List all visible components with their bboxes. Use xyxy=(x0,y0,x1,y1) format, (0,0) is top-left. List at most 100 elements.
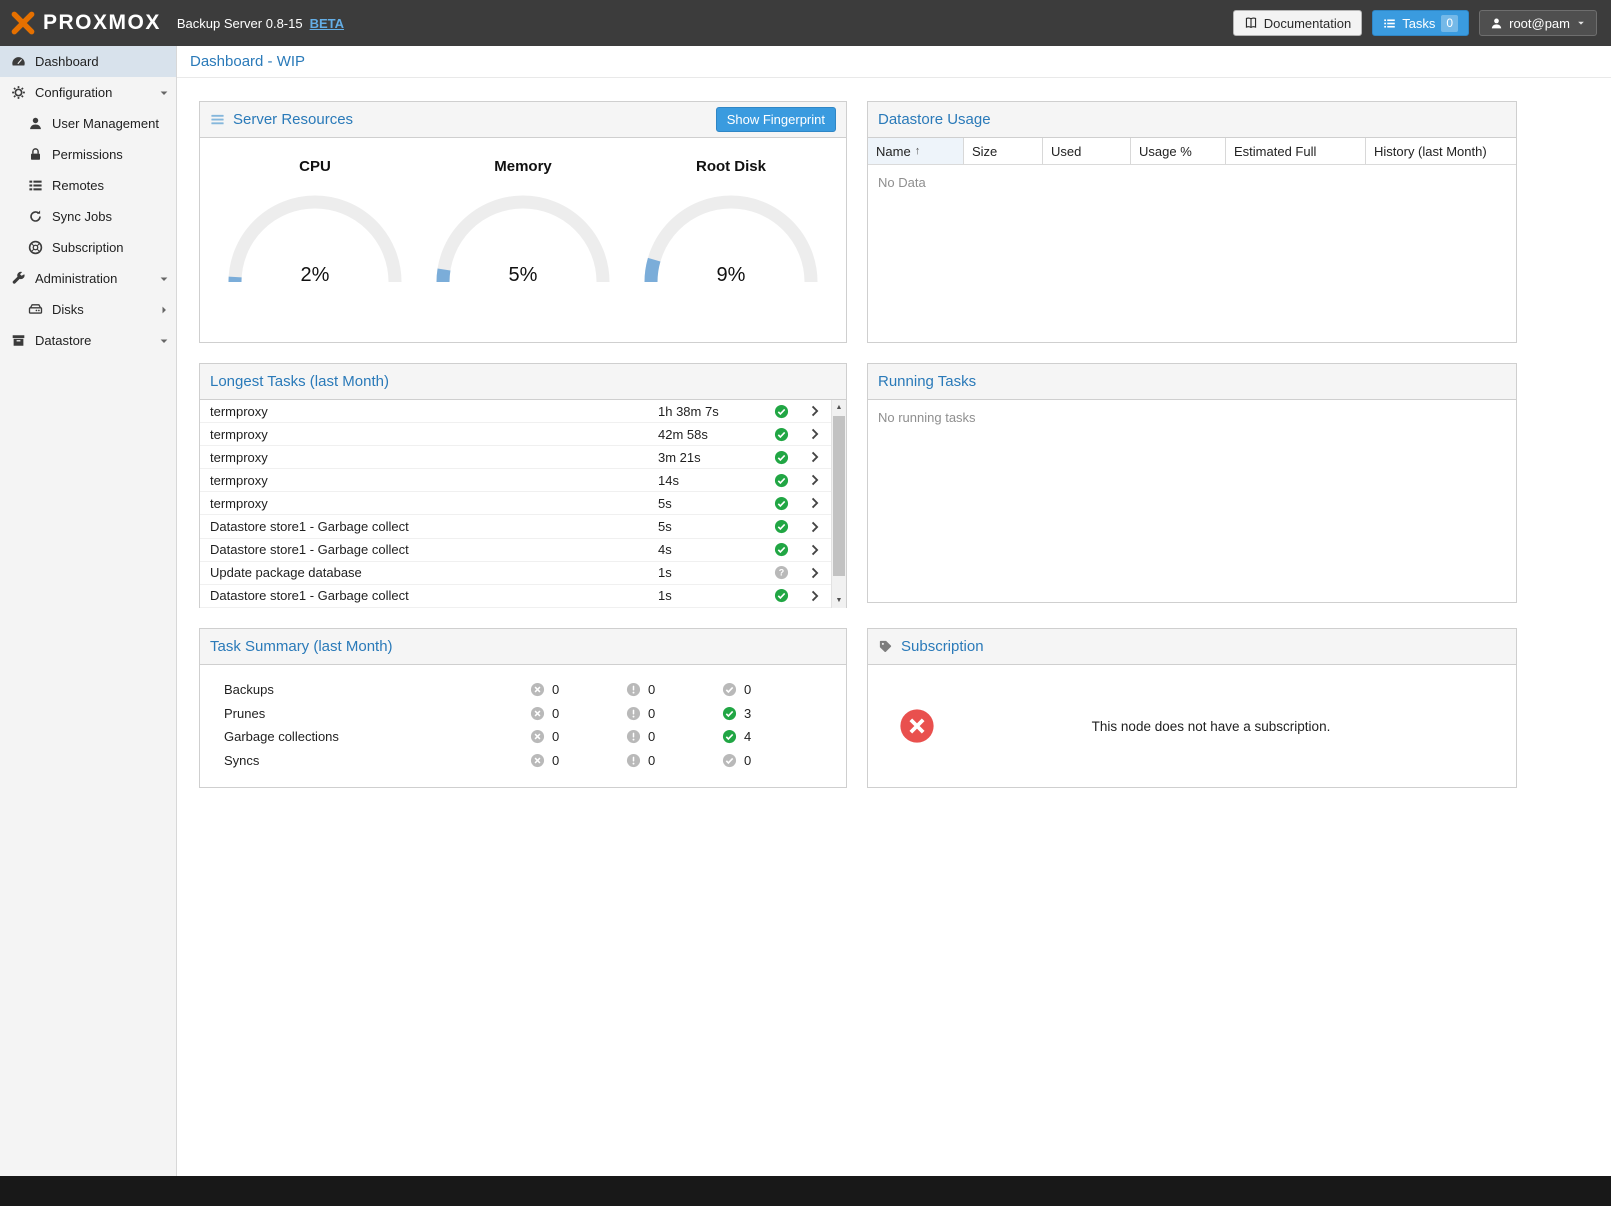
server-resources-title: Server Resources xyxy=(233,111,353,128)
chevron-right-icon[interactable] xyxy=(798,589,831,603)
sidebar-item-disks[interactable]: Disks xyxy=(0,294,176,325)
task-row[interactable]: termproxy1h 38m 7s xyxy=(200,400,831,423)
sidebar-item-sync-jobs[interactable]: Sync Jobs xyxy=(0,201,176,232)
proxmox-x-icon xyxy=(10,10,36,36)
gauge-arc: 5% xyxy=(428,187,618,287)
database-icon xyxy=(11,333,26,348)
sidebar-item-subscription[interactable]: Subscription xyxy=(0,232,176,263)
chevron-right-icon[interactable] xyxy=(798,520,831,534)
datastore-table-header: Name↑SizeUsedUsage %Estimated FullHistor… xyxy=(868,138,1516,165)
chevron-right-icon[interactable] xyxy=(798,450,831,464)
gauge-cpu: CPU2% xyxy=(213,154,417,287)
task-summary-panel: Task Summary (last Month) Backups000Prun… xyxy=(199,628,847,788)
scroll-down-icon[interactable]: ▼ xyxy=(832,593,846,608)
warning-count: 0 xyxy=(648,682,655,697)
task-row[interactable]: termproxy5s xyxy=(200,492,831,515)
list-icon xyxy=(28,178,43,193)
tachometer-icon xyxy=(11,54,26,69)
chevron-down-icon[interactable] xyxy=(158,273,170,285)
column-header-size[interactable]: Size xyxy=(964,138,1043,164)
sidebar-item-label: Subscription xyxy=(52,240,170,255)
beta-link[interactable]: BETA xyxy=(310,16,344,31)
summary-row-garbage-collections: Garbage collections004 xyxy=(200,725,846,749)
task-row[interactable]: termproxy14s xyxy=(200,469,831,492)
status-unknown-icon: ? xyxy=(774,565,789,580)
chevron-right-icon[interactable] xyxy=(798,427,831,441)
chevron-down-icon[interactable] xyxy=(158,335,170,347)
sidebar-item-permissions[interactable]: Permissions xyxy=(0,139,176,170)
warning-count-icon xyxy=(626,729,641,744)
summary-label: Garbage collections xyxy=(200,729,530,744)
chevron-right-icon[interactable] xyxy=(798,543,831,557)
running-tasks-header: Running Tasks xyxy=(868,364,1516,400)
sidebar-item-configuration[interactable]: Configuration xyxy=(0,77,176,108)
column-header-usage[interactable]: Usage % xyxy=(1131,138,1226,164)
longest-tasks-panel: Longest Tasks (last Month) termproxy1h 3… xyxy=(199,363,847,608)
main-content: Dashboard - WIP Server Resources Show Fi… xyxy=(177,46,1611,1176)
task-summary-rows: Backups000Prunes003Garbage collections00… xyxy=(200,665,846,772)
chevron-right-icon[interactable] xyxy=(158,304,170,316)
scroll-up-icon[interactable]: ▲ xyxy=(832,400,846,415)
summary-label: Backups xyxy=(200,682,530,697)
server-resources-header: Server Resources Show Fingerprint xyxy=(200,102,846,138)
chevron-right-icon[interactable] xyxy=(798,496,831,510)
error-count: 0 xyxy=(552,753,559,768)
datastore-usage-title: Datastore Usage xyxy=(878,111,991,128)
error-count-icon xyxy=(530,729,545,744)
task-summary-title: Task Summary (last Month) xyxy=(210,638,393,655)
running-tasks-title: Running Tasks xyxy=(878,373,976,390)
refresh-icon xyxy=(28,209,43,224)
task-row[interactable]: Datastore store1 - Garbage collect4s xyxy=(200,539,831,562)
task-row[interactable]: termproxy3m 21s xyxy=(200,446,831,469)
status-ok-icon xyxy=(774,588,789,603)
column-header-estimated-full[interactable]: Estimated Full xyxy=(1226,138,1366,164)
summary-row-syncs: Syncs000 xyxy=(200,749,846,773)
sidebar-item-user-management[interactable]: User Management xyxy=(0,108,176,139)
task-duration: 1h 38m 7s xyxy=(658,404,764,419)
chevron-right-icon[interactable] xyxy=(798,473,831,487)
status-ok-icon xyxy=(774,519,789,534)
sidebar-item-remotes[interactable]: Remotes xyxy=(0,170,176,201)
sort-asc-icon: ↑ xyxy=(915,145,921,157)
ok-count: 0 xyxy=(744,753,751,768)
sidebar-item-administration[interactable]: Administration xyxy=(0,263,176,294)
sidebar-item-dashboard[interactable]: Dashboard xyxy=(0,46,176,77)
gauge-arc: 9% xyxy=(636,187,826,287)
column-header-history-last-month[interactable]: History (last Month) xyxy=(1366,138,1516,164)
show-fingerprint-button[interactable]: Show Fingerprint xyxy=(716,107,836,132)
error-count-icon xyxy=(530,706,545,721)
gauge-value: 5% xyxy=(428,264,618,287)
task-row[interactable]: Datastore store1 - Garbage collect1s xyxy=(200,585,831,608)
scrollbar-thumb[interactable] xyxy=(833,416,845,576)
scrollbar[interactable]: ▲ ▼ xyxy=(831,400,846,608)
tasks-button[interactable]: Tasks 0 xyxy=(1372,10,1469,36)
chevron-right-icon[interactable] xyxy=(798,404,831,418)
task-duration: 5s xyxy=(658,519,764,534)
chevron-right-icon[interactable] xyxy=(798,566,831,580)
summary-row-backups: Backups000 xyxy=(200,678,846,702)
task-row[interactable]: Datastore store1 - Garbage collect5s xyxy=(200,515,831,538)
sidebar-item-datastore[interactable]: Datastore xyxy=(0,325,176,356)
task-row[interactable]: Update package database1s? xyxy=(200,562,831,585)
user-menu-button[interactable]: root@pam xyxy=(1479,10,1597,36)
documentation-button[interactable]: Documentation xyxy=(1233,10,1362,36)
task-list-icon xyxy=(1383,17,1396,30)
server-resources-panel: Server Resources Show Fingerprint CPU2%M… xyxy=(199,101,847,343)
status-ok-icon xyxy=(774,427,789,442)
warning-count-icon xyxy=(626,706,641,721)
column-header-name[interactable]: Name↑ xyxy=(868,138,964,164)
status-ok-icon xyxy=(774,542,789,557)
sidebar-item-label: Administration xyxy=(35,271,149,286)
subscription-header: Subscription xyxy=(868,629,1516,665)
gauge-label: CPU xyxy=(213,158,417,175)
support-icon xyxy=(28,240,43,255)
column-header-used[interactable]: Used xyxy=(1043,138,1131,164)
chevron-down-icon[interactable] xyxy=(158,87,170,99)
task-row[interactable]: termproxy42m 58s xyxy=(200,423,831,446)
subscription-body: This node does not have a subscription. xyxy=(868,665,1516,787)
warning-count: 0 xyxy=(648,706,655,721)
taskbar xyxy=(0,1176,1611,1206)
longest-tasks-header: Longest Tasks (last Month) xyxy=(200,364,846,400)
sidebar-item-label: Configuration xyxy=(35,85,149,100)
sidebar-item-label: Sync Jobs xyxy=(52,209,170,224)
